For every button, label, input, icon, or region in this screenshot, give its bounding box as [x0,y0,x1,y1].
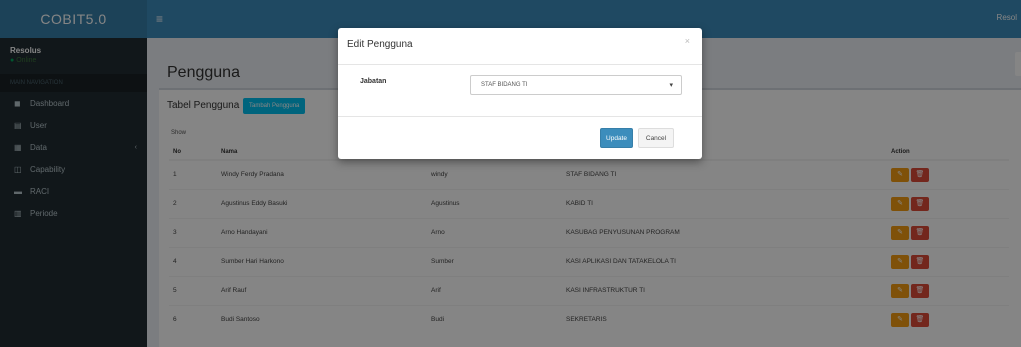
jabatan-select-value: STAF BIDANG TI [481,82,528,88]
cancel-button[interactable]: Cancel [638,128,674,148]
update-button[interactable]: Update [600,128,633,148]
jabatan-select[interactable]: STAF BIDANG TI ▾ [470,75,682,95]
edit-user-modal: Edit Pengguna × Jabatan STAF BIDANG TI ▾… [338,28,702,159]
jabatan-label: Jabatan [360,78,387,85]
modal-header: Edit Pengguna × [338,28,702,65]
close-icon[interactable]: × [685,36,690,46]
modal-title: Edit Pengguna [347,39,413,50]
chevron-down-icon: ▾ [669,82,673,89]
modal-footer-divider [338,116,702,117]
